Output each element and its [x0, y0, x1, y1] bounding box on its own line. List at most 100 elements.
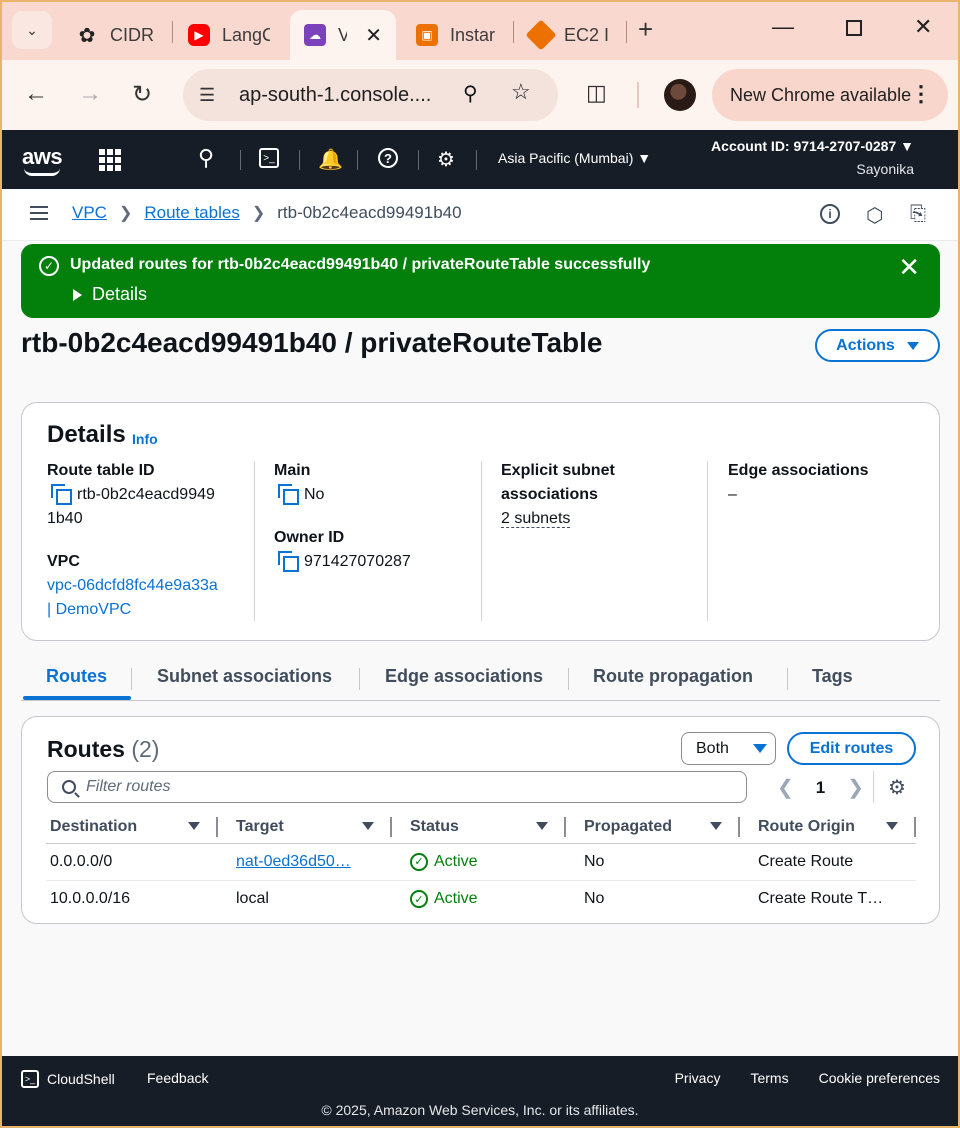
terms-link[interactable]: Terms: [750, 1070, 788, 1086]
col-status[interactable]: Status: [392, 811, 566, 844]
flash-details-toggle[interactable]: Details: [73, 284, 147, 305]
route-table-id-value: rtb-0b2c4eacd9949: [47, 483, 257, 507]
chevron-right-icon: ❯: [118, 205, 133, 222]
check-circle-icon: ✓: [410, 890, 428, 908]
vpc-link[interactable]: vpc-06dcfd8fc44e9a33a: [47, 574, 257, 598]
browser-tab-3-active[interactable]: ☁ V ✕: [290, 10, 396, 60]
explicit-subnets-popover[interactable]: 2 subnets: [501, 510, 571, 528]
copy-icon[interactable]: [278, 551, 299, 572]
toolbar-divider: [637, 82, 639, 108]
close-tab-icon[interactable]: ✕: [365, 23, 382, 48]
sort-icon[interactable]: [886, 822, 898, 830]
search-icon[interactable]: ⚲: [198, 145, 214, 171]
back-arrow-icon[interactable]: ←: [24, 80, 48, 108]
privacy-link[interactable]: Privacy: [675, 1070, 721, 1086]
info-link[interactable]: Info: [132, 431, 158, 447]
col-propagated[interactable]: Propagated: [566, 811, 740, 844]
browser-tab-1[interactable]: ✿ CIDR: [62, 10, 170, 60]
maximize-icon[interactable]: [846, 20, 862, 36]
security-hex-icon[interactable]: ⬡: [866, 203, 883, 228]
cell-target: local: [236, 889, 269, 907]
cell-origin: Create Route T…: [758, 889, 884, 907]
tab-subnet-associations[interactable]: Subnet associations: [157, 666, 332, 687]
notifications-panel-icon[interactable]: ⎘: [910, 203, 926, 226]
browser-tab-2[interactable]: ▶ LangC: [174, 10, 284, 60]
active-tab-indicator: [23, 696, 131, 700]
routes-heading: Routes (2): [47, 736, 160, 762]
browser-tab-4[interactable]: ▣ Instar: [402, 10, 510, 60]
sort-icon[interactable]: [536, 822, 548, 830]
breadcrumb-vpc[interactable]: VPC: [72, 203, 107, 223]
services-grid-icon[interactable]: [99, 149, 121, 171]
cookie-preferences-link[interactable]: Cookie preferences: [819, 1070, 940, 1086]
page-number[interactable]: 1: [816, 778, 825, 798]
minimize-icon[interactable]: —: [772, 14, 794, 40]
details-panel: Details Info Route table ID rtb-0b2c4eac…: [21, 402, 940, 641]
cloudshell-icon[interactable]: >_: [259, 148, 279, 168]
edit-routes-button[interactable]: Edit routes: [787, 732, 916, 765]
browser-toolbar: ← → ↻ ☰ ap-south-1.console.... ⚲ ☆ ◫ New…: [0, 60, 960, 130]
table-settings-gear-icon[interactable]: ⚙: [888, 775, 906, 800]
success-flash-banner: ✓ Updated routes for rtb-0b2c4eacd99491b…: [21, 244, 940, 318]
copy-icon[interactable]: [278, 484, 299, 505]
feedback-link[interactable]: Feedback: [147, 1070, 208, 1086]
bell-icon[interactable]: 🔔: [318, 147, 343, 172]
tab-route-propagation[interactable]: Route propagation: [593, 666, 753, 687]
sort-icon[interactable]: [188, 822, 200, 830]
next-page-icon[interactable]: ❯: [847, 775, 864, 800]
extensions-puzzle-icon[interactable]: ◫: [586, 80, 607, 106]
browser-tab-strip: ⌄ ✿ CIDR ▶ LangC ☁ V ✕ ▣ Instar EC2 I + …: [0, 0, 960, 60]
tab-routes[interactable]: Routes: [46, 666, 107, 687]
cloudshell-button[interactable]: >_ CloudShell: [21, 1070, 115, 1088]
url-text[interactable]: ap-south-1.console....: [239, 84, 449, 107]
details-col-1: Route table ID rtb-0b2c4eacd9949 1b40 VP…: [47, 459, 257, 622]
breadcrumb-route-tables[interactable]: Route tables: [144, 203, 239, 223]
address-bar[interactable]: ☰ ap-south-1.console.... ⚲ ☆: [183, 69, 558, 121]
flash-message: Updated routes for rtb-0b2c4eacd99491b40…: [70, 256, 651, 273]
menu-icon[interactable]: [30, 206, 48, 220]
col-route-origin[interactable]: Route Origin: [740, 811, 916, 844]
site-settings-icon[interactable]: ☰: [199, 85, 229, 106]
chrome-update-button[interactable]: New Chrome available ⋮: [712, 69, 948, 121]
tab-tags[interactable]: Tags: [812, 666, 853, 687]
bookmark-star-icon[interactable]: ☆: [511, 79, 531, 105]
breadcrumb-current: rtb-0b2c4eacd99491b40: [277, 203, 462, 222]
aws-logo[interactable]: aws: [22, 144, 63, 176]
actions-button[interactable]: Actions: [815, 329, 940, 362]
new-tab-icon[interactable]: +: [638, 14, 653, 45]
help-icon[interactable]: ?: [378, 148, 398, 168]
sort-icon[interactable]: [362, 822, 374, 830]
copy-icon[interactable]: [51, 484, 72, 505]
nat-gateway-link[interactable]: nat-0ed36d50…: [236, 853, 351, 870]
gear-icon[interactable]: ⚙: [437, 147, 455, 172]
col-destination[interactable]: Destination: [46, 811, 218, 844]
region-selector[interactable]: Asia Pacific (Mumbai) ▼: [498, 150, 651, 166]
openai-icon: ✿: [78, 24, 96, 47]
ec2-cube-icon: [525, 19, 557, 51]
table-row: 10.0.0.0/16 local ✓ Active No Create Rout…: [46, 880, 916, 917]
more-menu-icon[interactable]: ⋮: [910, 81, 932, 107]
browser-tab-5[interactable]: EC2 I: [516, 10, 624, 60]
col-target[interactable]: Target: [218, 811, 392, 844]
dismiss-icon[interactable]: ✕: [898, 252, 920, 283]
ec2-icon: ▣: [416, 24, 438, 46]
table-header-row: Destination Target Status Propagated Rou…: [46, 811, 916, 844]
close-window-icon[interactable]: ✕: [914, 14, 932, 40]
cell-origin: Create Route: [740, 843, 916, 881]
tab-edge-associations[interactable]: Edge associations: [385, 666, 543, 687]
tab-search-button[interactable]: ⌄: [12, 11, 52, 49]
vpc-name-link[interactable]: | DemoVPC: [47, 598, 257, 622]
tab-separator: [172, 21, 173, 43]
profile-avatar[interactable]: [664, 79, 696, 111]
zoom-icon[interactable]: ⚲: [463, 81, 478, 106]
sort-icon[interactable]: [710, 822, 722, 830]
filter-routes-input[interactable]: [86, 778, 686, 796]
status-badge: ✓ Active: [410, 890, 478, 908]
forward-arrow-icon[interactable]: →: [78, 80, 102, 108]
filter-routes-field[interactable]: [47, 771, 747, 803]
account-menu[interactable]: Account ID: 9714-2707-0287 ▼: [711, 138, 914, 154]
prev-page-icon[interactable]: ❮: [777, 775, 794, 800]
reload-icon[interactable]: ↻: [132, 80, 152, 109]
route-filter-select[interactable]: Both: [681, 732, 776, 765]
info-panel-icon[interactable]: i: [820, 204, 840, 224]
